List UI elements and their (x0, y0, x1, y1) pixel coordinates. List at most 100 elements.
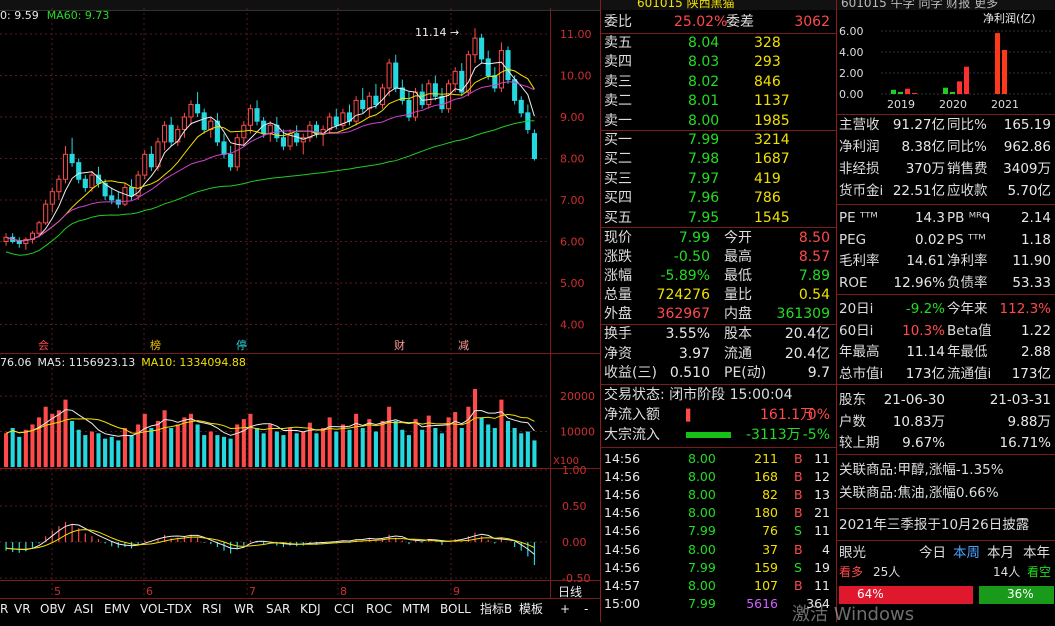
indicator-tab[interactable]: ASI (74, 599, 93, 619)
month-label: 5 (54, 585, 61, 598)
perf_rows-value: 112.3% (999, 301, 1051, 317)
chart-tool-tab[interactable]: 模板 (519, 599, 543, 619)
candle-body (49, 191, 55, 205)
tab-today[interactable]: 今日 (919, 543, 946, 563)
ask-row: 卖三 8.02 846 (604, 73, 834, 92)
holder_rows-label: 户数 (839, 413, 866, 430)
val_rows-value: 0.02 (914, 231, 945, 248)
period-button[interactable]: 日线 (558, 583, 582, 600)
fin_rows-label: 主营收 (839, 117, 880, 133)
perf_rows-label: 总市值i (839, 365, 884, 382)
stat2-row: 净资 3.97 流通 20.4亿 (604, 345, 834, 364)
holder_rows-value: 21-06-30 (883, 392, 945, 408)
candle-body (82, 178, 88, 189)
mini-bar (957, 81, 962, 94)
tab-week[interactable]: 本周 (953, 543, 980, 563)
val_rows-value: 14.3 (914, 210, 945, 226)
trade-status: 交易状态: 闭市阶段 15:00:04 (604, 387, 793, 403)
volume-bar (208, 431, 213, 467)
tick-volume: 5616 (746, 595, 778, 611)
val_rows-label: PB ᴹᴿᑫ (947, 210, 991, 226)
tick-volume: 37 (762, 541, 778, 557)
volume-bar (4, 433, 9, 467)
tab-month[interactable]: 本月 (987, 543, 1014, 563)
macd-tick: 0.00 (562, 536, 587, 549)
volume-bar (321, 428, 326, 467)
indicator-tab[interactable]: EMV (104, 599, 130, 619)
tick-row: 14:56 8.00 82 B 13 (604, 485, 834, 504)
stat-row: 总量 724276 量比 0.54 (604, 286, 834, 305)
ask-price: 8.04 (688, 35, 720, 51)
net-profit-mini-chart[interactable]: 6.00 4.00 2.00 0.00 净利润(亿) 2019 2020 2021 (837, 10, 1055, 114)
kline-svg[interactable]: 11.00 10.00 9.00 8.00 7.00 6.00 5.00 4.00 5 6 7 8 9 1… (0, 8, 600, 622)
candle-body (353, 99, 359, 122)
holder_rows-value: 21-03-31 (989, 392, 1051, 408)
event-mark[interactable]: 财 (394, 338, 405, 352)
ask-volume: 328 (754, 35, 781, 51)
weibi-label: 委比 (604, 14, 632, 30)
stat2-row: 收益(三) 0.510 PE(动) 9.7 (604, 364, 834, 383)
stat-label: 净资 (604, 345, 632, 362)
indicator-tab[interactable]: CCI (334, 599, 354, 619)
indicator-tab[interactable]: R (0, 599, 8, 619)
val_rows-label: PE ᵀᵀᴹ (839, 210, 878, 226)
stat-value: 8.57 (798, 249, 830, 265)
chart-tool-tab[interactable]: + (560, 599, 570, 619)
indicator-tab[interactable]: WR (234, 599, 254, 619)
bear-bar[interactable]: 36% (979, 586, 1054, 604)
related-item-1[interactable]: 关联商品:甲醇,涨幅-1.35% (839, 460, 1055, 480)
chart-tool-tab[interactable]: - (584, 599, 588, 619)
indicator-tab[interactable]: KDJ (300, 599, 321, 619)
mini-bar (950, 91, 955, 94)
candle-body (162, 124, 168, 143)
bull-count: 25人 (873, 565, 901, 579)
indicator-tab[interactable]: RSI (202, 599, 222, 619)
kline-chart-area[interactable]: 11.00 10.00 9.00 8.00 7.00 6.00 5.00 4.00 5 6 7 8 9 1… (0, 8, 600, 622)
volume-bar (17, 436, 22, 467)
ask-label: 卖四 (604, 54, 632, 71)
val_rows-row: PEG 0.02 PS ᵀᵀᴹ 1.18 (839, 230, 1055, 250)
candle-body (168, 124, 174, 143)
perf_rows-label: 20日i (839, 301, 874, 317)
tab-year[interactable]: 本年 (1023, 543, 1050, 563)
stat-row: 涨幅 -5.89% 最低 7.89 (604, 267, 834, 286)
indicator-tab[interactable]: SAR (266, 599, 290, 619)
tick-row: 14:56 8.00 180 B 21 (604, 503, 834, 522)
indicator-tab[interactable]: MTM (402, 599, 430, 619)
event-mark[interactable]: 停 (236, 338, 247, 352)
val_rows-value: 12.96% (893, 274, 945, 291)
tick-row: 14:56 7.99 159 S 19 (604, 558, 834, 577)
volume-bar (50, 413, 55, 467)
holder_rows-value: 9.67% (902, 435, 945, 451)
candle-body (379, 87, 386, 106)
fin_rows-label: 同比% (947, 139, 987, 155)
event-mark[interactable]: 榜 (150, 338, 161, 352)
volume-bar (221, 436, 227, 467)
fin_rows-label: 销售费 (947, 161, 988, 177)
event-mark[interactable]: 会 (38, 339, 49, 352)
price-tick: 8.00 (560, 153, 585, 166)
volume-tick: 10000 (560, 426, 595, 439)
ask-volume: 846 (754, 73, 781, 90)
indicator-tab[interactable]: VOL-TDX (140, 599, 192, 619)
perf_rows-value: 173亿 (1011, 365, 1051, 382)
indicator-tab[interactable]: BOLL (440, 599, 471, 619)
val_rows-row: PE ᵀᵀᴹ 14.3 PB ᴹᴿᑫ 2.14 (839, 208, 1055, 228)
stat-value: 9.7 (807, 365, 830, 381)
weibi-row: 委比 25.02% 委差 3062 (604, 13, 834, 32)
candle-body (531, 133, 537, 159)
event-mark[interactable]: 减 (458, 339, 469, 352)
ma-legend-item: 0: 9.59 (0, 9, 39, 22)
indicator-tab[interactable]: VR (14, 599, 31, 619)
bid-row: 买四 7.96 786 (604, 189, 834, 208)
tick-volume: 76 (762, 523, 778, 539)
related-item-2[interactable]: 关联商品:焦油,涨幅0.66% (839, 483, 1055, 503)
volume-bar (254, 428, 260, 467)
chart-tool-tab[interactable]: 指标B (480, 599, 512, 619)
tick-price: 7.99 (688, 595, 716, 611)
indicator-tab[interactable]: OBV (40, 599, 66, 619)
ma20-line (5, 81, 535, 242)
indicator-tab[interactable]: ROC (366, 599, 392, 619)
bid-volume: 419 (754, 170, 781, 187)
tick-side: S (794, 523, 802, 539)
